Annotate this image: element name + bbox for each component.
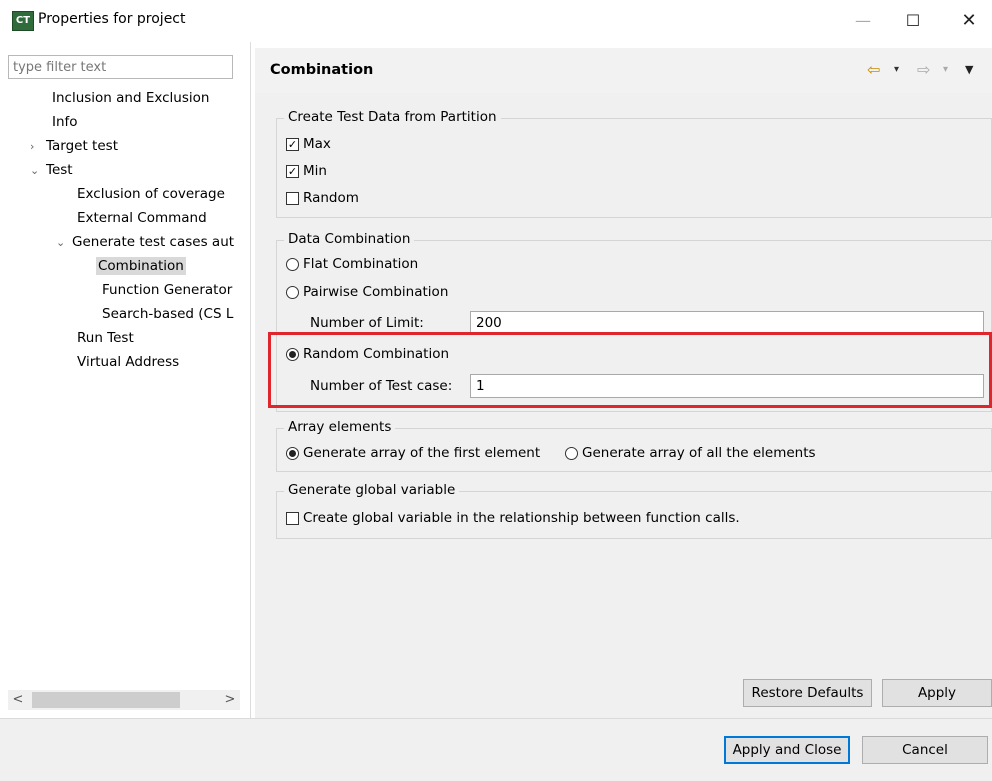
page-title: Combination: [270, 62, 374, 78]
tree-item-test[interactable]: ⌄ Test: [30, 158, 75, 182]
tree-item-label: Exclusion of coverage: [77, 186, 225, 202]
minimize-button[interactable]: —: [840, 4, 886, 38]
back-arrow-icon[interactable]: ⇦: [867, 60, 880, 79]
tree-item-search-based[interactable]: Search-based (CS L: [100, 302, 235, 326]
create-global-variable-checkbox[interactable]: Create global variable in the relationsh…: [286, 510, 740, 526]
tree-item-combination[interactable]: Combination: [96, 254, 186, 278]
close-button[interactable]: ✕: [946, 4, 992, 38]
array-elements-group-title: Array elements: [284, 419, 396, 435]
partition-group: [276, 118, 992, 218]
highlight-annotation: [268, 332, 992, 408]
tree-item-label: Info: [52, 114, 78, 130]
create-global-variable-label: Create global variable in the relationsh…: [303, 510, 740, 526]
checkbox-checked-icon[interactable]: ✓: [286, 137, 299, 151]
random-checkbox[interactable]: Random: [286, 190, 359, 206]
global-variable-group-title: Generate global variable: [284, 482, 460, 498]
min-checkbox[interactable]: ✓ Min: [286, 163, 327, 179]
tree-item-target-test[interactable]: › Target test: [30, 134, 120, 158]
radio-unselected-icon[interactable]: [286, 257, 299, 271]
tree-item-label: Combination: [96, 257, 186, 275]
flat-combination-radio[interactable]: Flat Combination: [286, 256, 418, 272]
scroll-right-icon[interactable]: >: [220, 690, 240, 710]
tree-item-generate-test-cases[interactable]: ⌄ Generate test cases aut: [56, 230, 236, 254]
maximize-button[interactable]: ☐: [890, 4, 936, 38]
cancel-button[interactable]: Cancel: [862, 736, 988, 764]
tree-item-label: External Command: [77, 210, 207, 226]
tree-item-label: Virtual Address: [77, 354, 180, 370]
first-element-radio[interactable]: Generate array of the first element: [286, 445, 540, 461]
number-of-limit-label: Number of Limit:: [310, 315, 424, 331]
tree-item-function-generator[interactable]: Function Generator: [100, 278, 234, 302]
radio-unselected-icon[interactable]: [565, 446, 578, 460]
apply-button[interactable]: Apply: [882, 679, 992, 707]
pairwise-combination-radio[interactable]: Pairwise Combination: [286, 284, 448, 300]
checkbox-checked-icon[interactable]: ✓: [286, 164, 299, 178]
max-label: Max: [303, 136, 331, 152]
tree-item-inclusion-exclusion[interactable]: Inclusion and Exclusion: [50, 86, 211, 110]
partition-group-title: Create Test Data from Partition: [284, 109, 501, 125]
radio-selected-icon[interactable]: [286, 446, 299, 460]
pairwise-combination-label: Pairwise Combination: [303, 284, 449, 300]
checkbox-unchecked-icon[interactable]: [286, 511, 299, 525]
tree-item-label: Function Generator: [102, 282, 233, 298]
tree-item-run-test[interactable]: Run Test: [75, 326, 136, 350]
page-header: Combination ⇦ ▾ ⇨ ▾ ▼: [255, 48, 992, 94]
max-checkbox[interactable]: ✓ Max: [286, 136, 331, 152]
tree-item-label: Generate test cases aut: [72, 234, 235, 250]
radio-unselected-icon[interactable]: [286, 285, 299, 299]
tree-item-label: Target test: [46, 138, 118, 154]
tree-item-info[interactable]: Info: [50, 110, 80, 134]
window-title: Properties for project: [38, 11, 186, 27]
flat-combination-label: Flat Combination: [303, 256, 419, 272]
min-label: Min: [303, 163, 327, 179]
random-label: Random: [303, 190, 359, 206]
data-combination-group-title: Data Combination: [284, 231, 415, 247]
forward-menu-icon[interactable]: ▾: [943, 64, 948, 75]
tree-item-label: Inclusion and Exclusion: [52, 90, 210, 106]
scrollbar-thumb[interactable]: [32, 692, 180, 708]
filter-input[interactable]: [8, 55, 233, 79]
tree-item-label: Test: [46, 162, 73, 178]
all-elements-radio[interactable]: Generate array of all the elements: [565, 445, 816, 461]
apply-and-close-button[interactable]: Apply and Close: [724, 736, 850, 764]
collapse-chevron-icon[interactable]: ⌄: [56, 231, 70, 255]
tree-item-label: Run Test: [77, 330, 134, 346]
forward-arrow-icon[interactable]: ⇨: [917, 60, 930, 79]
tree-item-label: Search-based (CS L: [102, 306, 234, 322]
checkbox-unchecked-icon[interactable]: [286, 191, 299, 205]
restore-defaults-button[interactable]: Restore Defaults: [743, 679, 872, 707]
tree-item-virtual-address[interactable]: Virtual Address: [75, 350, 181, 374]
back-menu-icon[interactable]: ▾: [894, 64, 899, 75]
expand-chevron-icon[interactable]: ›: [30, 135, 44, 159]
view-menu-icon[interactable]: ▼: [965, 63, 973, 76]
tree-item-external-command[interactable]: External Command: [75, 206, 209, 230]
tree-item-exclusion-coverage[interactable]: Exclusion of coverage: [75, 182, 227, 206]
all-elements-label: Generate array of all the elements: [582, 445, 816, 461]
horizontal-scrollbar[interactable]: < >: [8, 690, 240, 710]
collapse-chevron-icon[interactable]: ⌄: [30, 159, 44, 183]
first-element-label: Generate array of the first element: [303, 445, 541, 461]
app-icon: CT: [12, 11, 34, 31]
scroll-left-icon[interactable]: <: [8, 690, 28, 710]
